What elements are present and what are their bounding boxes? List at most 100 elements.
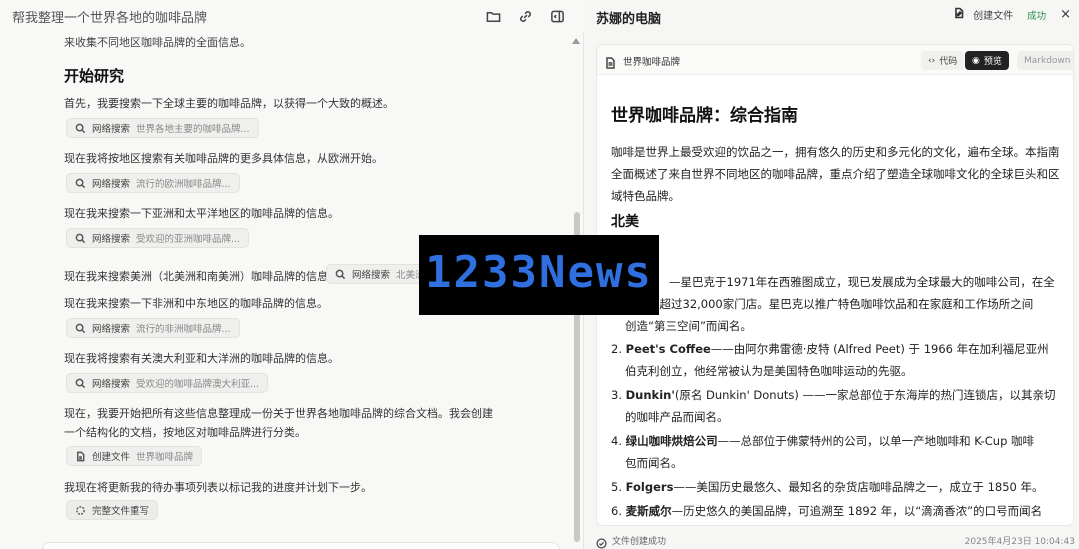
list-item-3: 3. Dunkin'(原名 Dunkin' Donuts) ——一家总部位于东海…: [611, 384, 1056, 406]
status-badge: 成功: [1027, 10, 1047, 22]
document-filename: 世界咖啡品牌: [623, 57, 681, 68]
tab-code-label: 代码: [939, 57, 958, 67]
status-timestamp: 2025年4月23日 10:04:43: [964, 537, 1075, 547]
chip-label: 网络搜索: [92, 234, 131, 245]
file-icon: [75, 451, 86, 462]
message-text: 现在我来搜索一下亚洲和太平洋地区的咖啡品牌的信息。: [64, 207, 339, 220]
check-circle-icon: [596, 534, 607, 549]
search-icon: [75, 323, 86, 334]
chip-query: 世界咖啡品牌: [136, 452, 194, 463]
file-edit-icon: [953, 7, 965, 22]
brand-description: ——由阿尔弗雷德·皮特 (Alfred Peet) 于 1966 年在加利福尼亚…: [710, 342, 1049, 356]
document-title: 世界咖啡品牌：综合指南: [611, 106, 798, 126]
list-item-1-text: —星巴克于1971年在西雅图成立，现已发展成为全球最大的咖啡公司，在全: [669, 275, 1055, 289]
document-toolbar: 世界咖啡品牌 ‹› 代码 ◉ 预览 Markdown: [597, 45, 1073, 75]
message-text: 现在我将搜索有关澳大利亚和大洋洲的咖啡品牌的信息。: [64, 352, 339, 365]
tab-markdown[interactable]: Markdown: [1017, 51, 1073, 70]
brand-description: ——美国历史最悠久、最知名的杂货店咖啡品牌之一，成立于 1850 年。: [673, 480, 1044, 494]
list-item-2: 2. Peet's Coffee——由阿尔弗雷德·皮特 (Alfred Peet…: [611, 338, 1049, 360]
message-text: 现在我来搜索美洲（北美洲和南美洲）咖啡品牌的信息。: [64, 270, 339, 283]
rewrite-file-chip[interactable]: 完整文件重写: [66, 500, 159, 520]
chip-query: 受欢迎的亚洲咖啡品牌...: [136, 234, 241, 245]
scroll-up-arrow[interactable]: [572, 38, 580, 44]
section-heading: 开始研究: [64, 67, 125, 85]
conversation-title: 帮我整理一个世界各地的咖啡品牌: [12, 11, 208, 26]
list-number: 2.: [611, 342, 622, 356]
list-number: 5.: [611, 480, 622, 494]
chip-label: 创建文件: [92, 452, 131, 463]
list-item-6: 6. 麦斯威尔—历史悠久的美国品牌，可追溯至 1892 年，以“滴滴香浓”的口号…: [611, 500, 1042, 522]
chip-label: 网络搜索: [92, 179, 131, 190]
folder-icon[interactable]: [484, 7, 502, 25]
link-icon[interactable]: [516, 7, 534, 25]
message-text: 来收集不同地区咖啡品牌的全面信息。: [64, 36, 251, 49]
message-text: 现在，我要开始把所有这些信息整理成一份关于世界各地咖啡品牌的综合文档。我会创建: [64, 407, 493, 420]
list-number: 6.: [611, 504, 622, 518]
code-icon: ‹›: [928, 55, 936, 66]
list-item-5: 5. Folgers——美国历史最悠久、最知名的杂货店咖啡品牌之一，成立于 18…: [611, 476, 1044, 498]
action-label: 创建文件: [973, 11, 1014, 22]
message-text: 一个结构化的文档，按地区对咖啡品牌进行分类。: [64, 426, 306, 439]
web-search-chip[interactable]: 网络搜索 受欢迎的亚洲咖啡品牌...: [66, 228, 250, 248]
tab-code[interactable]: ‹› 代码: [921, 51, 965, 70]
watermark-logo: 1233News: [419, 235, 659, 315]
spinner-icon: [75, 505, 86, 516]
search-icon: [335, 269, 346, 280]
brand-name: 麦斯威尔: [625, 504, 672, 518]
chip-query: 世界各地主要的咖啡品牌...: [136, 124, 250, 135]
list-item-2-line2: 伯克利创立，他经常被认为是美国特色咖啡运动的先驱。: [625, 364, 913, 378]
status-bar: 文件创建成功 2025年4月23日 10:04:43: [584, 530, 1079, 549]
panel-title: 苏娜的电脑: [596, 12, 662, 27]
message-text: 我现在将更新我的待办事项列表以标记我的进度并计划下一步。: [64, 481, 372, 494]
chip-label: 网络搜索: [92, 124, 131, 135]
search-icon: [75, 233, 86, 244]
status-text: 文件创建成功: [612, 537, 667, 547]
app-window: 帮我整理一个世界各地的咖啡品牌 来收集不同地区咖啡品牌的全面信息。 开始研究 首…: [0, 0, 1079, 549]
web-search-chip[interactable]: 网络搜索 流行的欧洲咖啡品牌...: [66, 173, 240, 193]
list-item-1-line2: 球拥有超过32,000家门店。星巴克以推广特色咖啡饮品和在家庭和工作场所之间: [625, 297, 1034, 311]
search-icon: [75, 123, 86, 134]
watermark-text: 1233News: [425, 247, 653, 298]
list-item-4: 4. 绿山咖啡烘焙公司——总部位于佛蒙特州的公司，以单一产地咖啡和 K-Cup …: [611, 430, 1034, 452]
message-text: 现在我将按地区搜索有关咖啡品牌的更多具体信息，从欧洲开始。: [64, 152, 383, 165]
chip-label: 网络搜索: [352, 270, 391, 281]
create-file-chip[interactable]: 创建文件 世界咖啡品牌: [66, 446, 203, 466]
list-item-4-line2: 包而闻名。: [625, 456, 683, 470]
document-viewer: 世界咖啡品牌 ‹› 代码 ◉ 预览 Markdown 世界咖啡品牌：综合指南 咖啡是…: [596, 44, 1074, 526]
brand-description: ——总部位于佛蒙特州的公司，以单一产地咖啡和 K-Cup 咖啡: [717, 434, 1035, 448]
list-number: 4.: [611, 434, 622, 448]
chip-query: 流行的非洲咖啡品牌...: [136, 324, 231, 335]
chip-query: 流行的欧洲咖啡品牌...: [136, 179, 231, 190]
list-number: 3.: [611, 388, 622, 402]
sidebar-toggle-icon[interactable]: [548, 7, 566, 25]
search-icon: [75, 378, 86, 389]
chip-label: 网络搜索: [92, 324, 131, 335]
brand-name: 绿山咖啡烘焙公司: [625, 434, 718, 448]
brand-description: —历史悠久的美国品牌，可追溯至 1892 年，以“滴滴香浓”的口号而闻名: [671, 504, 1043, 518]
brand-name: Dunkin': [625, 388, 675, 402]
chip-query: 受欢迎的咖啡品牌澳大利亚...: [136, 379, 260, 390]
web-search-chip[interactable]: 网络搜索 受欢迎的咖啡品牌澳大利亚...: [66, 373, 269, 393]
brand-name: Folgers: [625, 480, 674, 494]
eye-icon: ◉: [972, 55, 980, 66]
search-icon: [75, 178, 86, 189]
close-button[interactable]: ×: [1060, 7, 1071, 22]
intro-paragraph: 咖啡是世界上最受欢迎的饮品之一，拥有悠久的历史和多元化的文化，遍布全球。本指南全…: [611, 145, 1060, 203]
web-search-chip[interactable]: 网络搜索 北美洲: [326, 264, 434, 284]
section-heading-north-america: 北美: [611, 214, 639, 230]
tab-preview[interactable]: ◉ 预览: [965, 51, 1009, 70]
document-icon: [605, 54, 616, 69]
tab-preview-label: 预览: [983, 57, 1002, 67]
list-item-3-line2: 的咖啡产品而闻名。: [625, 410, 729, 424]
message-input-box[interactable]: [42, 542, 560, 549]
message-text: 现在我来搜索一下非洲和中东地区的咖啡品牌的信息。: [64, 297, 328, 310]
chip-label: 完整文件重写: [92, 506, 150, 517]
chip-label: 网络搜索: [92, 379, 131, 390]
brand-description: (原名 Dunkin' Donuts) ——一家总部位于东海岸的热门连锁店，以其…: [674, 388, 1056, 402]
web-search-chip[interactable]: 网络搜索 流行的非洲咖啡品牌...: [66, 318, 240, 338]
web-search-chip[interactable]: 网络搜索 世界各地主要的咖啡品牌...: [66, 118, 259, 138]
list-item-1-line3: 创造“第三空间”而闻名。: [625, 319, 752, 333]
chat-header: 帮我整理一个世界各地的咖啡品牌: [0, 0, 584, 32]
brand-name: Peet's Coffee: [625, 342, 711, 356]
message-text: 首先，我要搜索一下全球主要的咖啡品牌，以获得一个大致的概述。: [64, 97, 394, 110]
